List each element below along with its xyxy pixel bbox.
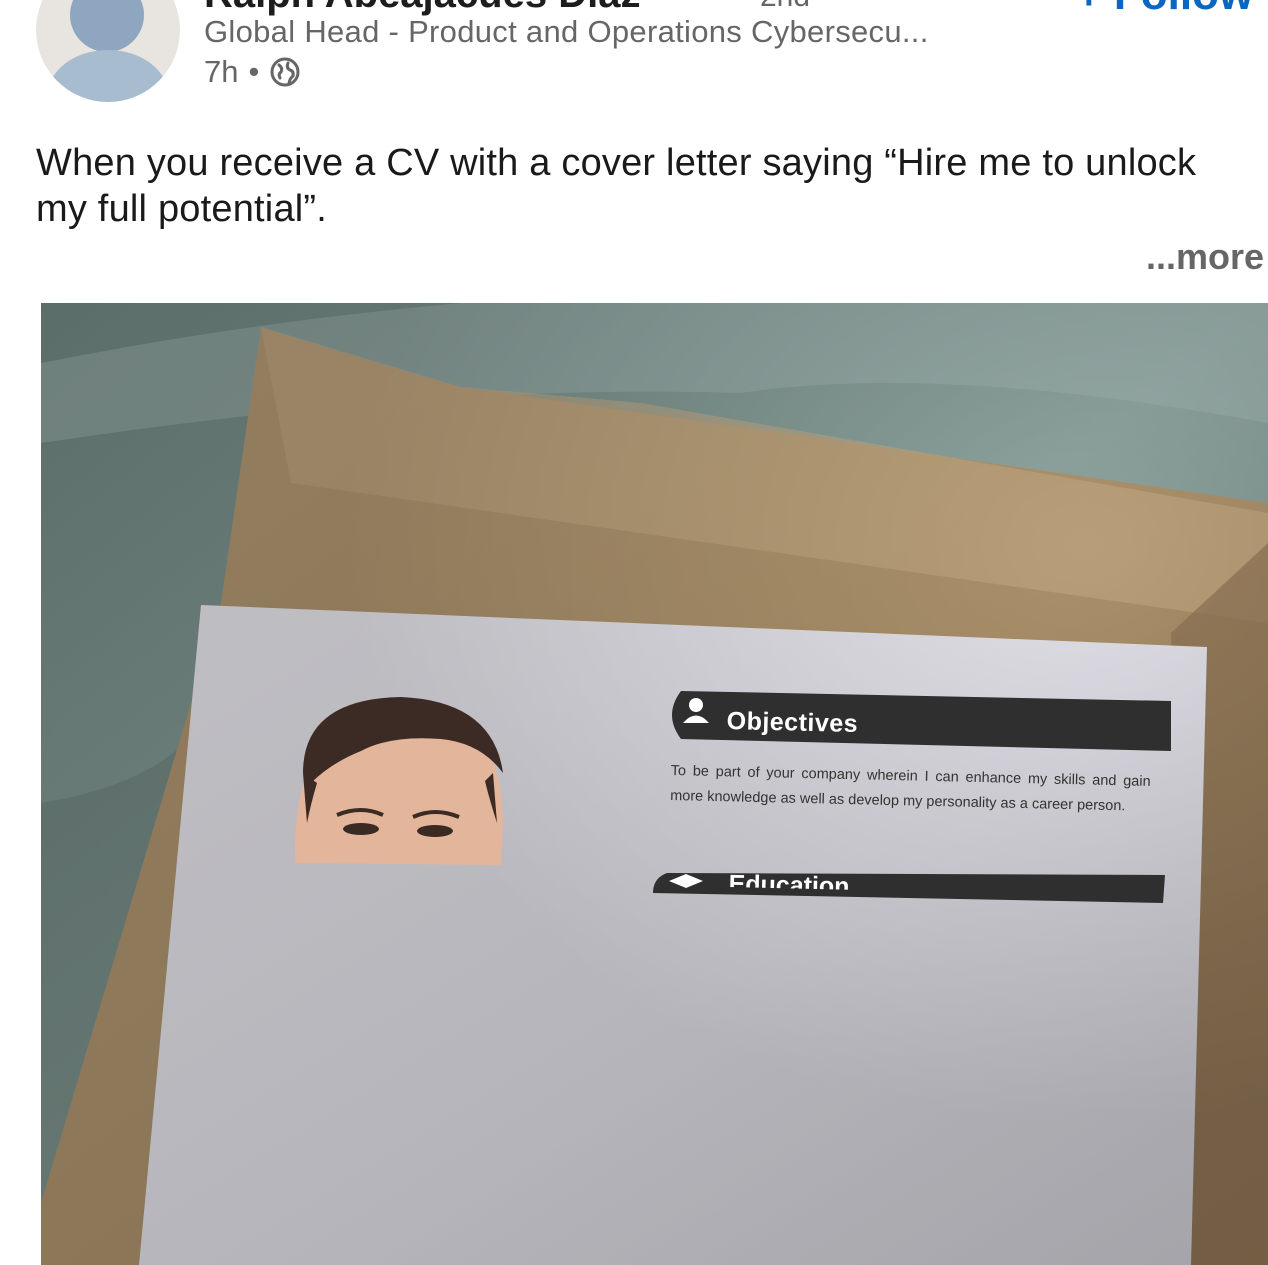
author-headline[interactable]: Global Head - Product and Operations Cyb… — [204, 14, 929, 50]
cv-education-heading: Education — [728, 869, 850, 890]
avatar-body-shape — [48, 50, 168, 102]
cv-objectives-heading: Objectives — [726, 707, 859, 738]
see-more-link[interactable]: ...more — [1146, 236, 1264, 278]
avatar-head-shape — [70, 0, 144, 52]
post-meta: 7h • — [204, 54, 301, 90]
follow-button[interactable]: + Follow — [1076, 0, 1253, 20]
post-image[interactable]: Objectives To be part of your company wh… — [41, 303, 1268, 1265]
connection-degree: 2nd — [760, 0, 810, 14]
post-time: 7h — [204, 54, 239, 89]
separator-dot: • — [248, 54, 260, 89]
post-text: When you receive a CV with a cover lette… — [36, 142, 1197, 230]
avatar[interactable] — [36, 0, 180, 102]
globe-icon — [269, 56, 301, 88]
